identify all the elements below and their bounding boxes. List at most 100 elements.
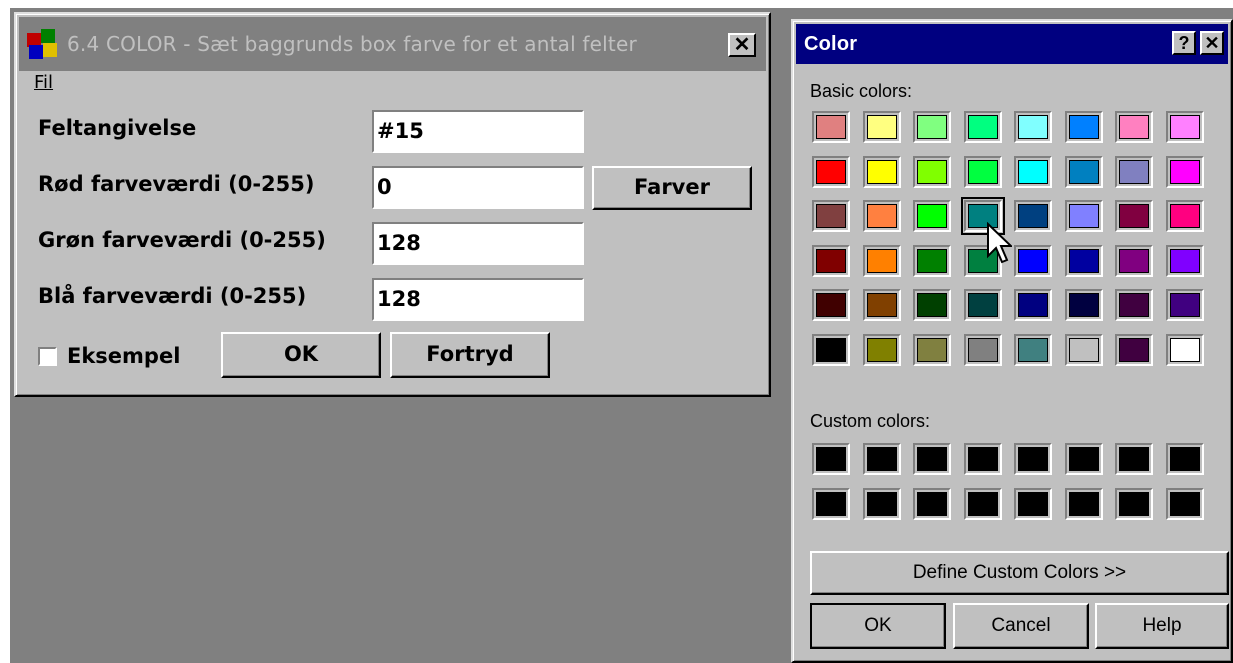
basic-color-swatch[interactable] bbox=[1165, 155, 1204, 188]
basic-color-swatch[interactable] bbox=[963, 111, 1002, 143]
custom-color-swatch[interactable] bbox=[963, 443, 1002, 475]
define-custom-colors-button[interactable]: Define Custom Colors >> bbox=[810, 551, 1229, 595]
basic-color-swatch-fill bbox=[1169, 159, 1200, 184]
custom-color-swatch[interactable] bbox=[1115, 487, 1153, 520]
color-close-button[interactable]: ✕ bbox=[1200, 31, 1224, 55]
basic-color-swatch-fill bbox=[967, 337, 998, 362]
basic-color-swatch[interactable] bbox=[1014, 111, 1052, 143]
basic-color-swatch[interactable] bbox=[963, 289, 1002, 321]
basic-color-swatch[interactable] bbox=[862, 200, 901, 232]
custom-color-swatch[interactable] bbox=[1064, 443, 1103, 475]
basic-color-swatch[interactable] bbox=[1014, 289, 1052, 321]
custom-color-swatch[interactable] bbox=[1115, 443, 1153, 475]
custom-color-swatch[interactable] bbox=[862, 487, 901, 520]
custom-color-swatch-fill bbox=[917, 491, 947, 516]
basic-color-swatch[interactable] bbox=[862, 289, 901, 321]
basic-color-swatch-fill bbox=[917, 159, 947, 184]
basic-color-swatch[interactable] bbox=[913, 244, 951, 277]
help-question-button[interactable]: ? bbox=[1172, 31, 1196, 55]
basic-color-swatch[interactable] bbox=[1064, 333, 1103, 366]
basic-color-swatch[interactable] bbox=[1064, 244, 1103, 277]
custom-colors-label: Custom colors: bbox=[810, 411, 931, 431]
basic-color-swatch[interactable] bbox=[913, 200, 951, 232]
basic-color-swatch-fill bbox=[917, 337, 947, 362]
example-checkbox[interactable] bbox=[38, 346, 57, 366]
custom-color-swatch[interactable] bbox=[913, 443, 951, 475]
basic-color-swatch-fill bbox=[866, 159, 897, 184]
farver-button[interactable]: Farver bbox=[592, 166, 752, 210]
color-title-bar[interactable]: Color ? ✕ bbox=[796, 24, 1228, 64]
example-checkbox-group[interactable]: Eksempel bbox=[38, 344, 180, 368]
basic-color-swatch-fill bbox=[1068, 159, 1099, 184]
field-label-blue: Blå farveværdi (0-255) bbox=[38, 284, 307, 308]
basic-color-swatch[interactable] bbox=[1115, 333, 1153, 366]
basic-color-swatch[interactable] bbox=[1115, 111, 1153, 143]
basic-color-swatch[interactable] bbox=[913, 289, 951, 321]
main-window-title: 6.4 COLOR - Sæt baggrunds box farve for … bbox=[67, 32, 637, 56]
custom-color-swatch[interactable] bbox=[1014, 487, 1052, 520]
basic-color-swatch-fill bbox=[967, 293, 998, 317]
basic-color-swatch[interactable] bbox=[812, 289, 850, 321]
basic-color-swatch[interactable] bbox=[1014, 333, 1052, 366]
basic-color-swatch-fill bbox=[816, 204, 846, 228]
custom-color-swatch[interactable] bbox=[812, 487, 850, 520]
custom-color-swatch[interactable] bbox=[862, 443, 901, 475]
basic-color-swatch[interactable] bbox=[1014, 200, 1052, 232]
color-help-button[interactable]: Help bbox=[1095, 603, 1229, 649]
main-title-bar[interactable]: 6.4 COLOR - Sæt baggrunds box farve for … bbox=[19, 17, 766, 71]
basic-color-swatch[interactable] bbox=[1064, 111, 1103, 143]
custom-color-swatch[interactable] bbox=[812, 443, 850, 475]
basic-color-swatch[interactable] bbox=[1165, 244, 1204, 277]
basic-color-swatch[interactable] bbox=[913, 111, 951, 143]
green-value-input[interactable]: 128 bbox=[372, 222, 584, 265]
basic-color-swatch[interactable] bbox=[812, 244, 850, 277]
basic-color-swatch[interactable] bbox=[1165, 289, 1204, 321]
basic-color-swatch[interactable] bbox=[1115, 200, 1153, 232]
custom-color-swatch-fill bbox=[816, 491, 846, 516]
example-checkbox-label: Eksempel bbox=[67, 344, 181, 368]
basic-color-swatch[interactable] bbox=[1014, 155, 1052, 188]
custom-color-swatch[interactable] bbox=[913, 487, 951, 520]
menu-file[interactable]: Fil bbox=[34, 72, 53, 93]
custom-color-swatch[interactable] bbox=[1165, 487, 1204, 520]
basic-color-swatch-fill bbox=[1018, 337, 1048, 362]
basic-color-swatch-fill bbox=[1018, 293, 1048, 317]
basic-color-swatch[interactable] bbox=[862, 244, 901, 277]
custom-color-swatch[interactable] bbox=[1014, 443, 1052, 475]
basic-color-swatch[interactable] bbox=[1014, 244, 1052, 277]
basic-color-swatch[interactable] bbox=[1064, 289, 1103, 321]
custom-color-swatch[interactable] bbox=[963, 487, 1002, 520]
basic-color-swatch[interactable] bbox=[1165, 111, 1204, 143]
basic-color-swatch[interactable] bbox=[913, 333, 951, 366]
basic-color-swatch[interactable] bbox=[812, 333, 850, 366]
basic-color-swatch[interactable] bbox=[913, 155, 951, 188]
basic-color-swatch[interactable] bbox=[812, 155, 850, 188]
basic-color-swatch[interactable] bbox=[1115, 289, 1153, 321]
basic-color-swatch[interactable] bbox=[963, 333, 1002, 366]
basic-color-swatch[interactable] bbox=[1064, 155, 1103, 188]
color-ok-button[interactable]: OK bbox=[810, 603, 946, 649]
basic-color-swatch[interactable] bbox=[1115, 155, 1153, 188]
basic-color-swatch[interactable] bbox=[862, 155, 901, 188]
basic-color-swatch[interactable] bbox=[1165, 200, 1204, 232]
basic-color-swatch[interactable] bbox=[812, 200, 850, 232]
basic-color-swatch[interactable] bbox=[862, 111, 901, 143]
basic-color-swatch[interactable] bbox=[1064, 200, 1103, 232]
feltangivelse-input[interactable]: #15 bbox=[372, 110, 584, 153]
basic-color-swatch[interactable] bbox=[862, 333, 901, 366]
custom-color-swatch[interactable] bbox=[1165, 443, 1204, 475]
basic-color-swatch-fill bbox=[866, 115, 897, 139]
basic-color-swatch[interactable] bbox=[812, 111, 850, 143]
basic-color-swatch[interactable] bbox=[963, 155, 1002, 188]
color-help-label: Help bbox=[1142, 615, 1182, 636]
blue-value-input[interactable]: 128 bbox=[372, 278, 584, 321]
basic-color-swatch[interactable] bbox=[1115, 244, 1153, 277]
custom-color-swatch[interactable] bbox=[1064, 487, 1103, 520]
red-value-input[interactable]: 0 bbox=[372, 166, 584, 209]
color-cancel-button[interactable]: Cancel bbox=[953, 603, 1089, 649]
main-close-button[interactable]: ✕ bbox=[728, 33, 756, 57]
fortryd-button[interactable]: Fortryd bbox=[390, 332, 550, 378]
basic-color-swatch[interactable] bbox=[1165, 333, 1204, 366]
custom-color-swatch-fill bbox=[1169, 447, 1200, 471]
ok-button[interactable]: OK bbox=[221, 332, 381, 378]
